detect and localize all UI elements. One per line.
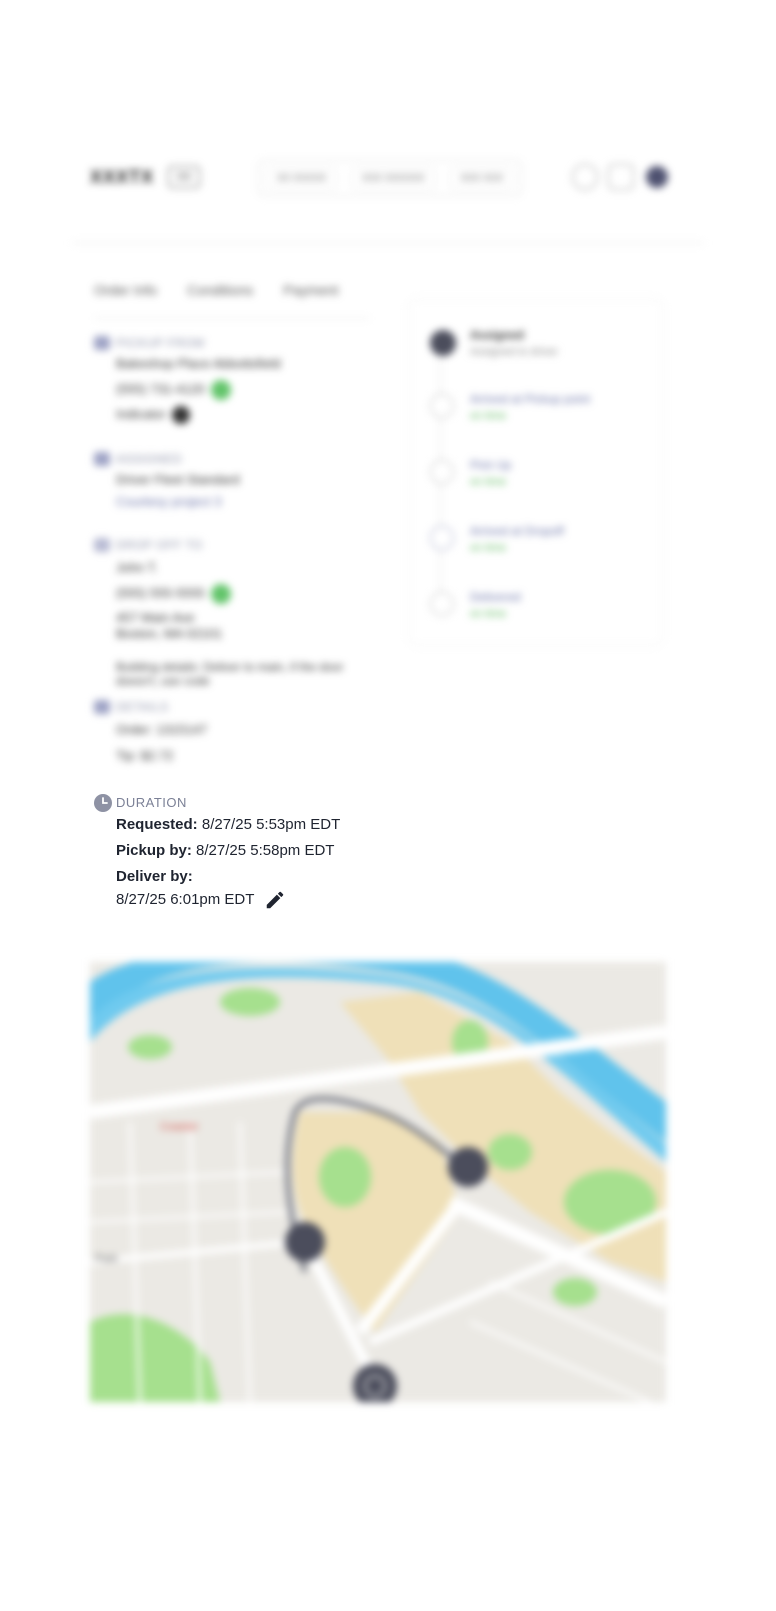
top-nav: XX XXXXX XXX XXXXXX XXX XXX (258, 160, 522, 196)
assigned-project-link[interactable]: Courtesy project 3 (116, 494, 222, 509)
tab-order-info[interactable]: Order Info (94, 282, 157, 298)
indicator-icon (171, 406, 190, 424)
status-dot-icon (430, 330, 456, 356)
section-title: PICKUP FROM (116, 336, 205, 350)
pickup-by-row: Pickup by: 8/27/25 5:58pm EDT (116, 842, 334, 859)
section-title: DETAILS (116, 700, 169, 714)
tip-amount: Tip: $2.72 (116, 748, 174, 763)
help-icon[interactable] (572, 164, 598, 190)
receipt-icon (94, 700, 110, 714)
avatar[interactable] (646, 166, 668, 188)
app-header: XXXTX XX XX XXXXX XXX XXXXXX XXX XXX (72, 132, 704, 242)
status-dot-icon (430, 460, 454, 484)
notifications-icon[interactable] (608, 164, 634, 190)
requested-label: Requested: (116, 816, 198, 833)
route-map[interactable]: Coaster Park (90, 962, 666, 1402)
pickup-phone: (555) 731-4120 (116, 380, 231, 400)
pickup-indicator: Indicator (116, 406, 190, 424)
env-badge: XX (168, 166, 200, 188)
top-nav-item[interactable]: XXX XXX (449, 167, 515, 189)
deliver-by-value: 8/27/25 6:01pm EDT (116, 890, 255, 908)
tab-payment[interactable]: Payment (283, 282, 338, 298)
dropoff-city: Boston, MA 02101 (116, 626, 223, 641)
dropoff-street: 457 Main Ave (116, 610, 195, 625)
duration-title: DURATION (116, 795, 187, 810)
section-title: ASSIGNED (116, 452, 183, 466)
tab-conditions[interactable]: Conditions (187, 282, 253, 298)
app-logo[interactable]: XXXTX (90, 167, 154, 188)
header-divider (72, 242, 704, 244)
status-dot-icon (430, 592, 454, 616)
order-number: Order: 1315147 (116, 722, 208, 737)
deliver-by-label: Deliver by: (116, 868, 193, 885)
edit-pencil-icon[interactable] (264, 889, 286, 911)
top-nav-item[interactable]: XX XXXXX (265, 167, 338, 189)
status-dot-icon (430, 394, 454, 418)
map-canvas: Coaster Park (90, 962, 666, 1402)
pickup-name: Bakeshop Place Abbottsfield (116, 356, 281, 371)
phone-icon[interactable] (210, 584, 231, 604)
pickup-by-label: Pickup by: (116, 842, 192, 859)
svg-text:Coaster: Coaster (160, 1121, 199, 1133)
deliver-by-row: 8/27/25 6:01pm EDT (116, 889, 286, 911)
order-tabs: Order Info Conditions Payment (94, 282, 338, 298)
svg-text:Park: Park (95, 1253, 118, 1265)
dropoff-name: John T. (116, 560, 158, 575)
dropoff-note: Building details: Deliver to main, if th… (116, 660, 344, 688)
assigned-driver: Driver Fleet Standard (116, 472, 240, 487)
tab-underline (94, 318, 370, 319)
pickup-by-value: 8/27/25 5:58pm EDT (196, 842, 335, 859)
section-title: DROP OFF TO (116, 538, 203, 552)
requested-value: 8/27/25 5:53pm EDT (201, 816, 341, 833)
clock-icon (94, 794, 112, 812)
dropoff-phone: (555) 555-5555 (116, 584, 231, 604)
requested-row: Requested: 8/27/25 5:53pm EDT (116, 816, 340, 833)
location-icon (94, 538, 110, 552)
store-icon (94, 336, 110, 350)
status-dot-icon (430, 526, 454, 550)
top-nav-item[interactable]: XXX XXXXXX (350, 167, 436, 189)
phone-icon[interactable] (210, 380, 231, 400)
car-icon (94, 452, 110, 466)
